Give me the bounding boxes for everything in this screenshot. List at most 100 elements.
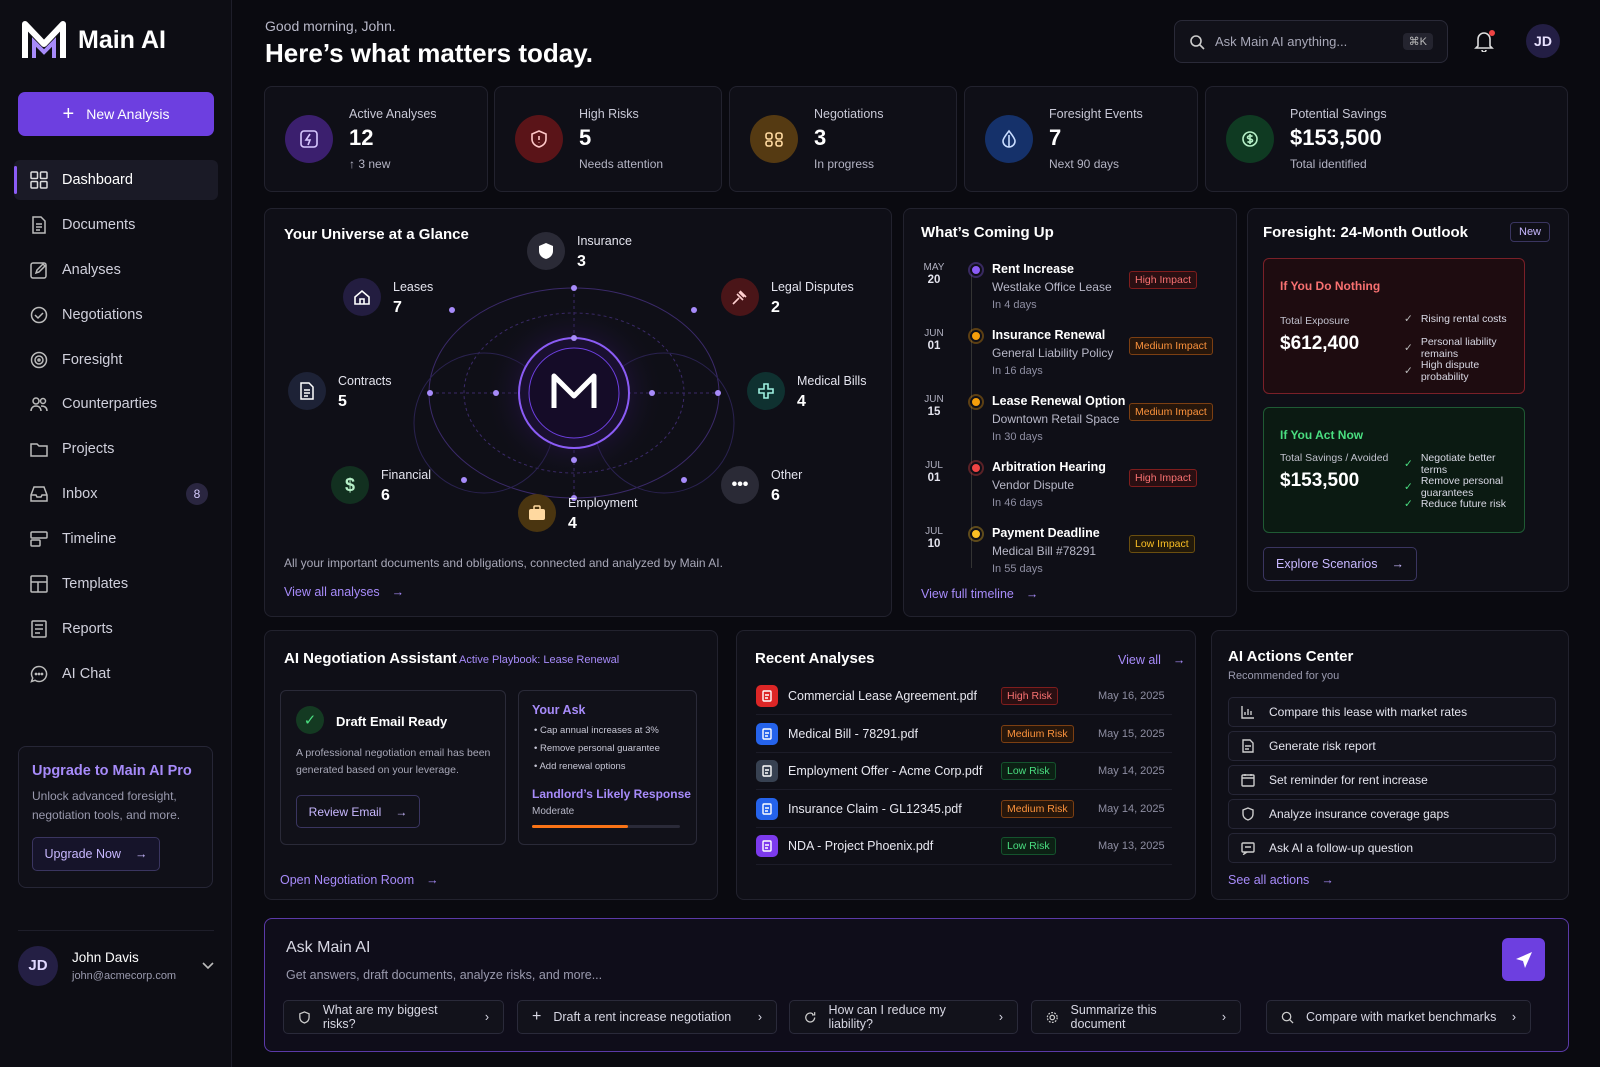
event-title: Payment Deadline bbox=[992, 526, 1100, 540]
see-all-actions-link[interactable]: See all actions → bbox=[1228, 873, 1334, 887]
table-row[interactable]: NDA - Project Phoenix.pdf Low Risk May 13,… bbox=[756, 828, 1172, 865]
node-financial[interactable]: $ Financial 6 bbox=[331, 466, 431, 505]
response-bar-fill bbox=[532, 825, 629, 828]
sidebar-item-negotiations[interactable]: Negotiations bbox=[14, 295, 218, 335]
sidebar-item-label: Inbox bbox=[62, 486, 98, 503]
node-count: 5 bbox=[338, 393, 347, 410]
arrow-right-icon: → bbox=[1391, 557, 1404, 571]
node-contracts[interactable]: Contracts 5 bbox=[288, 372, 392, 411]
node-count: 6 bbox=[381, 487, 390, 504]
action-set-reminder[interactable]: Set reminder for rent increase bbox=[1228, 765, 1556, 795]
suggestion-chip-liability[interactable]: How can I reduce my liability? › bbox=[789, 1000, 1018, 1034]
event-subtitle: General Liability Policy bbox=[992, 346, 1114, 360]
event-date: JUL 01 bbox=[925, 460, 943, 484]
ask-input[interactable]: Get answers, draft documents, analyze ri… bbox=[286, 968, 602, 982]
action-label: Compare this lease with market rates bbox=[1269, 705, 1468, 719]
kpi-sub: Next 90 days bbox=[1049, 157, 1120, 171]
sidebar-item-ai-chat[interactable]: AI Chat bbox=[14, 654, 218, 694]
avatar[interactable]: JD bbox=[1526, 24, 1560, 58]
event-subtitle: Medical Bill #78291 bbox=[992, 544, 1097, 558]
briefcase-icon bbox=[756, 760, 778, 782]
search-icon bbox=[1190, 34, 1205, 50]
upgrade-now-button[interactable]: Upgrade Now → bbox=[32, 837, 160, 871]
sidebar-item-counterparties[interactable]: Counterparties bbox=[14, 384, 218, 424]
view-all-link[interactable]: View all → bbox=[1118, 653, 1185, 667]
node-insurance[interactable]: Insurance 3 bbox=[527, 232, 632, 271]
node-employment[interactable]: Employment 4 bbox=[518, 494, 637, 533]
suggestion-chip-benchmarks[interactable]: Compare with market benchmarks › bbox=[1266, 1000, 1531, 1034]
impact-badge: High Impact bbox=[1129, 469, 1198, 487]
file-name: Medical Bill - 78291.pdf bbox=[788, 726, 918, 741]
analysis-date: May 13, 2025 bbox=[1098, 840, 1165, 852]
bar-chart-icon bbox=[1241, 706, 1254, 719]
search-input[interactable]: Ask Main AI anything... bbox=[1215, 34, 1347, 49]
suggestion-chip-draft[interactable]: + Draft a rent increase negotiation › bbox=[517, 1000, 777, 1034]
sidebar-item-documents[interactable]: Documents bbox=[14, 205, 218, 245]
send-button[interactable] bbox=[1502, 938, 1545, 981]
check-icon: ✓ bbox=[1404, 458, 1413, 470]
arrow-right-icon: → bbox=[1025, 587, 1039, 601]
universe-caption: All your important documents and obligat… bbox=[284, 556, 723, 570]
inbox-count-badge: 8 bbox=[186, 483, 208, 506]
user-profile[interactable]: JD John Davis john@acmecorp.com bbox=[18, 930, 214, 990]
sidebar-item-timeline[interactable]: Timeline bbox=[14, 519, 218, 559]
event-subtitle: Westlake Office Lease bbox=[992, 280, 1112, 294]
analysis-date: May 14, 2025 bbox=[1098, 802, 1165, 815]
timeline-dot bbox=[970, 396, 982, 408]
action-analyze-coverage[interactable]: Analyze insurance coverage gaps bbox=[1228, 799, 1556, 829]
kpi-sub: Needs attention bbox=[579, 157, 664, 171]
table-row[interactable]: Insurance Claim - GL12345.pdf Medium Risk… bbox=[756, 791, 1172, 828]
logo[interactable]: Main AI bbox=[22, 20, 166, 60]
open-negotiation-room-link[interactable]: Open Negotiation Room → bbox=[280, 873, 439, 887]
action-label: Analyze insurance coverage gaps bbox=[1269, 807, 1450, 821]
kpi-high-risks[interactable]: High Risks 5 Needs attention bbox=[494, 86, 722, 192]
review-email-button[interactable]: Review Email → bbox=[296, 795, 420, 828]
action-compare-lease[interactable]: Compare this lease with market rates bbox=[1228, 697, 1556, 727]
search-bar[interactable]: Ask Main AI anything... ⌘K bbox=[1174, 20, 1448, 63]
sidebar-item-inbox[interactable]: Inbox 8 bbox=[14, 474, 218, 514]
document-icon bbox=[288, 372, 326, 410]
node-legal-disputes[interactable]: Legal Disputes 2 bbox=[721, 278, 854, 317]
node-medical-bills[interactable]: Medical Bills 4 bbox=[747, 372, 866, 411]
shield-icon bbox=[299, 1010, 310, 1024]
check-icon: ✓ bbox=[1404, 313, 1413, 325]
event-title: Insurance Renewal bbox=[992, 328, 1106, 342]
total-exposure-value: $612,400 bbox=[1280, 333, 1360, 354]
arrow-right-icon: → bbox=[426, 873, 439, 887]
sidebar-item-analyses[interactable]: Analyses bbox=[14, 250, 218, 290]
sidebar-item-dashboard[interactable]: Dashboard bbox=[14, 160, 218, 200]
analysis-date: May 16, 2025 bbox=[1098, 690, 1165, 702]
kpi-potential-savings[interactable]: Potential Savings $153,500 Total identifie… bbox=[1205, 86, 1568, 192]
kpi-foresight-events[interactable]: Foresight Events 7 Next 90 days bbox=[964, 86, 1198, 192]
event-date: JUL 10 bbox=[925, 526, 943, 550]
sidebar-item-foresight[interactable]: Foresight bbox=[14, 340, 218, 380]
risk-item: ✓ Personal liability remains bbox=[1404, 336, 1497, 360]
suggestion-chip-summarize[interactable]: Summarize this document › bbox=[1031, 1000, 1241, 1034]
node-leases[interactable]: Leases 7 bbox=[343, 278, 433, 317]
action-generate-report[interactable]: Generate risk report bbox=[1228, 731, 1556, 761]
event-date: MAY 20 bbox=[923, 262, 945, 286]
table-row[interactable]: Employment Offer - Acme Corp.pdf Low Risk… bbox=[756, 753, 1172, 790]
sidebar-item-projects[interactable]: Projects bbox=[14, 429, 218, 469]
action-ask-followup[interactable]: Ask AI a follow-up question bbox=[1228, 833, 1556, 863]
node-other[interactable]: ••• Other 6 bbox=[721, 466, 802, 505]
table-row[interactable]: Medical Bill - 78291.pdf Medium Risk May 1… bbox=[756, 716, 1172, 753]
total-savings-value: $153,500 bbox=[1280, 470, 1360, 491]
kpi-active-analyses[interactable]: Active Analyses 12 ↑ 3 new bbox=[264, 86, 488, 192]
sidebar-item-reports[interactable]: Reports bbox=[14, 609, 218, 649]
suggestion-chip-risks[interactable]: What are my biggest risks? › bbox=[283, 1000, 504, 1034]
foresight-title: Foresight: 24-Month Outlook bbox=[1263, 224, 1468, 241]
sidebar-item-templates[interactable]: Templates bbox=[14, 564, 218, 604]
new-analysis-button[interactable]: + New Analysis bbox=[18, 92, 214, 136]
event-date: JUN 01 bbox=[924, 328, 944, 352]
event-when: In 46 days bbox=[992, 497, 1043, 509]
sidebar-item-label: Templates bbox=[62, 576, 129, 593]
sidebar-item-label: Analyses bbox=[62, 261, 121, 278]
view-full-timeline-link[interactable]: View full timeline → bbox=[921, 587, 1038, 601]
table-row[interactable]: Commercial Lease Agreement.pdf High Risk M… bbox=[756, 678, 1172, 715]
explore-scenarios-button[interactable]: Explore Scenarios → bbox=[1263, 547, 1417, 581]
link-label: Open Negotiation Room bbox=[280, 873, 415, 887]
chat-icon bbox=[30, 665, 48, 683]
kpi-negotiations[interactable]: Negotiations 3 In progress bbox=[729, 86, 957, 192]
view-all-analyses-link[interactable]: View all analyses → bbox=[284, 585, 404, 599]
